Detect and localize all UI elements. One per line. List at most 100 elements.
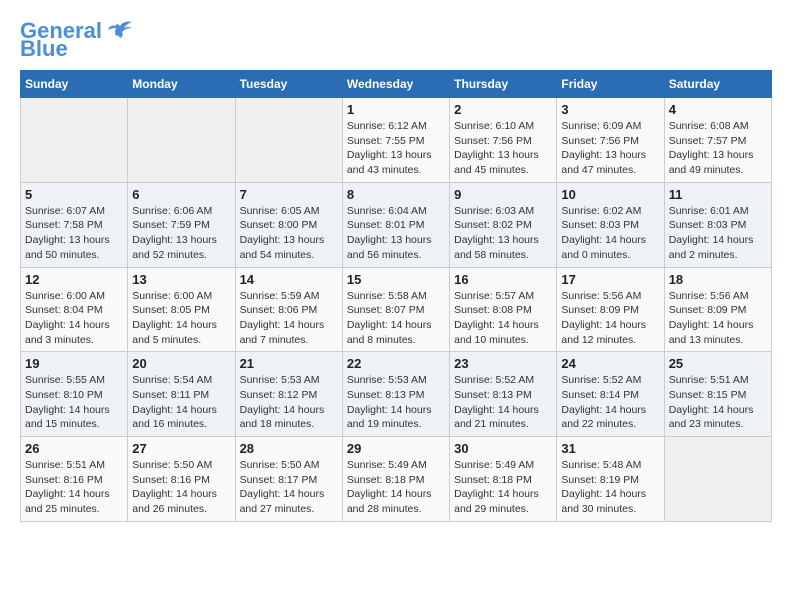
calendar-cell: 8 Sunrise: 6:04 AM Sunset: 8:01 PM Daylig… — [342, 182, 449, 267]
day-number: 28 — [240, 441, 338, 456]
calendar-cell: 31 Sunrise: 5:48 AM Sunset: 8:19 PM Dayli… — [557, 437, 664, 522]
header-tuesday: Tuesday — [235, 71, 342, 98]
day-number: 15 — [347, 272, 445, 287]
day-info: Sunrise: 6:04 AM Sunset: 8:01 PM Dayligh… — [347, 204, 445, 263]
day-number: 12 — [25, 272, 123, 287]
day-number: 31 — [561, 441, 659, 456]
calendar-cell: 20 Sunrise: 5:54 AM Sunset: 8:11 PM Dayli… — [128, 352, 235, 437]
day-number: 19 — [25, 356, 123, 371]
calendar-table: SundayMondayTuesdayWednesdayThursdayFrid… — [20, 70, 772, 522]
day-info: Sunrise: 5:49 AM Sunset: 8:18 PM Dayligh… — [347, 458, 445, 517]
day-info: Sunrise: 6:02 AM Sunset: 8:03 PM Dayligh… — [561, 204, 659, 263]
calendar-cell — [128, 98, 235, 183]
calendar-cell: 29 Sunrise: 5:49 AM Sunset: 8:18 PM Dayli… — [342, 437, 449, 522]
calendar-cell: 10 Sunrise: 6:02 AM Sunset: 8:03 PM Dayli… — [557, 182, 664, 267]
day-info: Sunrise: 5:53 AM Sunset: 8:13 PM Dayligh… — [347, 373, 445, 432]
day-number: 3 — [561, 102, 659, 117]
day-info: Sunrise: 6:08 AM Sunset: 7:57 PM Dayligh… — [669, 119, 767, 178]
day-number: 10 — [561, 187, 659, 202]
calendar-cell: 18Sunrise: 5:56 AM Sunset: 8:09 PM Dayli… — [664, 267, 771, 352]
calendar-cell: 11 Sunrise: 6:01 AM Sunset: 8:03 PM Dayli… — [664, 182, 771, 267]
header-friday: Friday — [557, 71, 664, 98]
calendar-cell — [235, 98, 342, 183]
day-number: 30 — [454, 441, 552, 456]
days-header-row: SundayMondayTuesdayWednesdayThursdayFrid… — [21, 71, 772, 98]
day-number: 7 — [240, 187, 338, 202]
header-saturday: Saturday — [664, 71, 771, 98]
day-info: Sunrise: 5:56 AM Sunset: 8:09 PM Dayligh… — [669, 289, 767, 348]
calendar-cell: 6 Sunrise: 6:06 AM Sunset: 7:59 PM Daylig… — [128, 182, 235, 267]
calendar-body: 1 Sunrise: 6:12 AM Sunset: 7:55 PM Daylig… — [21, 98, 772, 522]
calendar-cell: 13Sunrise: 6:00 AM Sunset: 8:05 PM Dayli… — [128, 267, 235, 352]
calendar-cell: 25Sunrise: 5:51 AM Sunset: 8:15 PM Dayli… — [664, 352, 771, 437]
calendar-cell: 9 Sunrise: 6:03 AM Sunset: 8:02 PM Daylig… — [450, 182, 557, 267]
calendar-cell: 16 Sunrise: 5:57 AM Sunset: 8:08 PM Dayli… — [450, 267, 557, 352]
day-info: Sunrise: 5:52 AM Sunset: 8:13 PM Dayligh… — [454, 373, 552, 432]
day-info: Sunrise: 5:58 AM Sunset: 8:07 PM Dayligh… — [347, 289, 445, 348]
calendar-cell: 22Sunrise: 5:53 AM Sunset: 8:13 PM Dayli… — [342, 352, 449, 437]
calendar-cell: 15 Sunrise: 5:58 AM Sunset: 8:07 PM Dayli… — [342, 267, 449, 352]
day-info: Sunrise: 6:05 AM Sunset: 8:00 PM Dayligh… — [240, 204, 338, 263]
calendar-week-2: 5 Sunrise: 6:07 AM Sunset: 7:58 PM Daylig… — [21, 182, 772, 267]
header-wednesday: Wednesday — [342, 71, 449, 98]
day-number: 6 — [132, 187, 230, 202]
calendar-week-4: 19 Sunrise: 5:55 AM Sunset: 8:10 PM Dayli… — [21, 352, 772, 437]
day-number: 11 — [669, 187, 767, 202]
day-info: Sunrise: 5:48 AM Sunset: 8:19 PM Dayligh… — [561, 458, 659, 517]
calendar-cell: 12Sunrise: 6:00 AM Sunset: 8:04 PM Dayli… — [21, 267, 128, 352]
logo-blue: Blue — [20, 38, 68, 60]
day-info: Sunrise: 5:50 AM Sunset: 8:17 PM Dayligh… — [240, 458, 338, 517]
header-thursday: Thursday — [450, 71, 557, 98]
calendar-cell: 14 Sunrise: 5:59 AM Sunset: 8:06 PM Dayli… — [235, 267, 342, 352]
day-info: Sunrise: 5:57 AM Sunset: 8:08 PM Dayligh… — [454, 289, 552, 348]
day-number: 29 — [347, 441, 445, 456]
day-info: Sunrise: 5:50 AM Sunset: 8:16 PM Dayligh… — [132, 458, 230, 517]
calendar-cell: 7 Sunrise: 6:05 AM Sunset: 8:00 PM Daylig… — [235, 182, 342, 267]
day-info: Sunrise: 6:07 AM Sunset: 7:58 PM Dayligh… — [25, 204, 123, 263]
day-info: Sunrise: 6:06 AM Sunset: 7:59 PM Dayligh… — [132, 204, 230, 263]
day-number: 25 — [669, 356, 767, 371]
day-number: 8 — [347, 187, 445, 202]
calendar-cell: 21Sunrise: 5:53 AM Sunset: 8:12 PM Dayli… — [235, 352, 342, 437]
day-info: Sunrise: 5:53 AM Sunset: 8:12 PM Dayligh… — [240, 373, 338, 432]
day-number: 13 — [132, 272, 230, 287]
day-number: 14 — [240, 272, 338, 287]
calendar-cell: 23 Sunrise: 5:52 AM Sunset: 8:13 PM Dayli… — [450, 352, 557, 437]
calendar-cell — [21, 98, 128, 183]
calendar-cell: 24 Sunrise: 5:52 AM Sunset: 8:14 PM Dayli… — [557, 352, 664, 437]
day-info: Sunrise: 6:12 AM Sunset: 7:55 PM Dayligh… — [347, 119, 445, 178]
day-info: Sunrise: 5:49 AM Sunset: 8:18 PM Dayligh… — [454, 458, 552, 517]
calendar-cell: 19 Sunrise: 5:55 AM Sunset: 8:10 PM Dayli… — [21, 352, 128, 437]
calendar-cell: 17Sunrise: 5:56 AM Sunset: 8:09 PM Dayli… — [557, 267, 664, 352]
day-info: Sunrise: 5:56 AM Sunset: 8:09 PM Dayligh… — [561, 289, 659, 348]
day-info: Sunrise: 6:03 AM Sunset: 8:02 PM Dayligh… — [454, 204, 552, 263]
calendar-header: SundayMondayTuesdayWednesdayThursdayFrid… — [21, 71, 772, 98]
calendar-cell: 1 Sunrise: 6:12 AM Sunset: 7:55 PM Daylig… — [342, 98, 449, 183]
calendar-cell: 28 Sunrise: 5:50 AM Sunset: 8:17 PM Dayli… — [235, 437, 342, 522]
header-sunday: Sunday — [21, 71, 128, 98]
day-info: Sunrise: 5:55 AM Sunset: 8:10 PM Dayligh… — [25, 373, 123, 432]
day-number: 16 — [454, 272, 552, 287]
day-number: 1 — [347, 102, 445, 117]
calendar-cell: 3 Sunrise: 6:09 AM Sunset: 7:56 PM Daylig… — [557, 98, 664, 183]
day-info: Sunrise: 5:54 AM Sunset: 8:11 PM Dayligh… — [132, 373, 230, 432]
day-info: Sunrise: 5:51 AM Sunset: 8:16 PM Dayligh… — [25, 458, 123, 517]
day-info: Sunrise: 6:09 AM Sunset: 7:56 PM Dayligh… — [561, 119, 659, 178]
day-info: Sunrise: 6:01 AM Sunset: 8:03 PM Dayligh… — [669, 204, 767, 263]
logo: General Blue — [20, 20, 134, 60]
day-info: Sunrise: 5:52 AM Sunset: 8:14 PM Dayligh… — [561, 373, 659, 432]
calendar-cell: 5 Sunrise: 6:07 AM Sunset: 7:58 PM Daylig… — [21, 182, 128, 267]
day-number: 20 — [132, 356, 230, 371]
day-number: 9 — [454, 187, 552, 202]
calendar-cell: 26 Sunrise: 5:51 AM Sunset: 8:16 PM Dayli… — [21, 437, 128, 522]
day-number: 23 — [454, 356, 552, 371]
day-number: 5 — [25, 187, 123, 202]
day-number: 26 — [25, 441, 123, 456]
day-number: 27 — [132, 441, 230, 456]
day-number: 24 — [561, 356, 659, 371]
calendar-cell: 4Sunrise: 6:08 AM Sunset: 7:57 PM Daylig… — [664, 98, 771, 183]
calendar-week-3: 12Sunrise: 6:00 AM Sunset: 8:04 PM Dayli… — [21, 267, 772, 352]
day-info: Sunrise: 6:10 AM Sunset: 7:56 PM Dayligh… — [454, 119, 552, 178]
day-info: Sunrise: 5:59 AM Sunset: 8:06 PM Dayligh… — [240, 289, 338, 348]
calendar-week-1: 1 Sunrise: 6:12 AM Sunset: 7:55 PM Daylig… — [21, 98, 772, 183]
